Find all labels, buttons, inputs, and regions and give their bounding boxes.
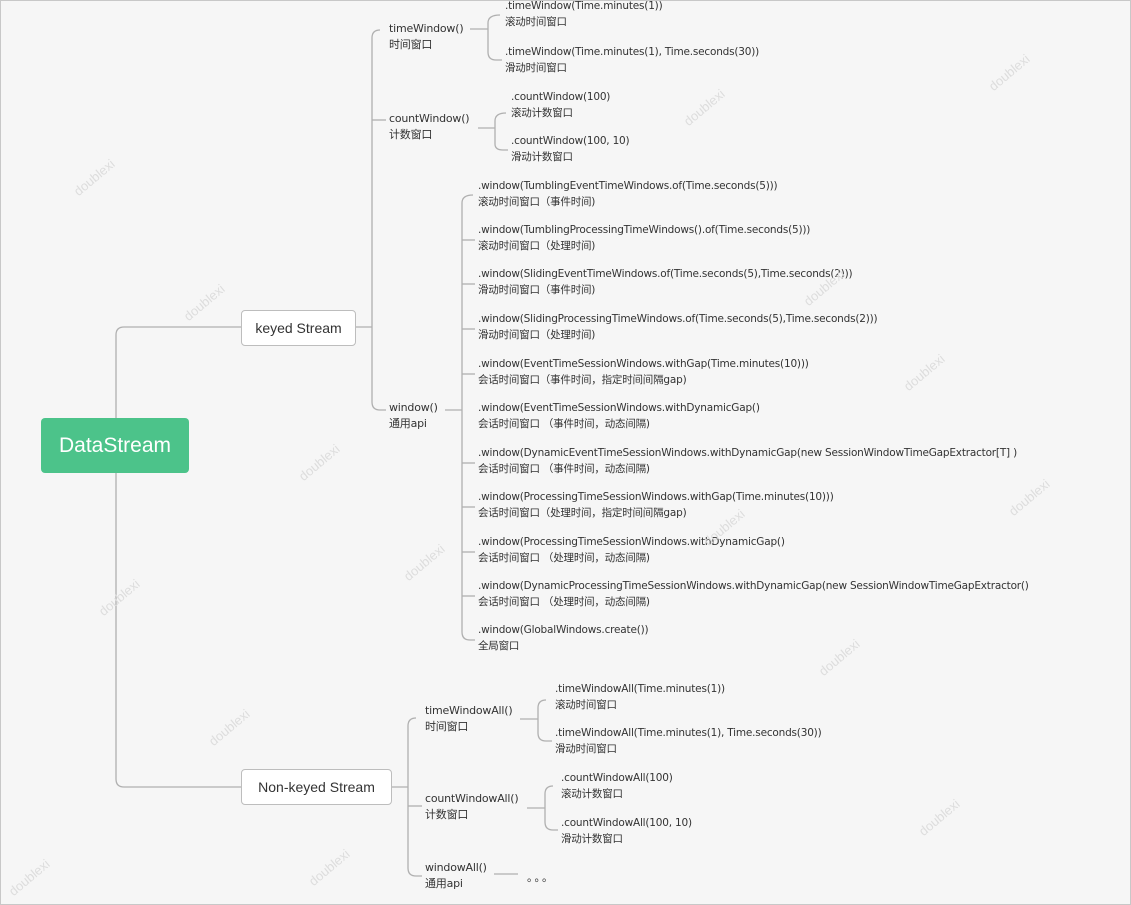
node-code: .window(EventTimeSessionWindows.withDyna…	[478, 402, 760, 414]
node-code: .window(GlobalWindows.create())	[478, 624, 649, 636]
node-desc: 会话时间窗口（事件时间，指定时间间隔gap)	[478, 374, 687, 386]
node-code: .timeWindow(Time.minutes(1))	[505, 0, 663, 12]
node-desc: 滑动时间窗口	[555, 743, 617, 755]
node-count-window-all[interactable]: countWindowAll() 计数窗口	[425, 791, 519, 823]
node-code: .window(ProcessingTimeSessionWindows.wit…	[478, 491, 834, 503]
node-leaf[interactable]: .countWindow(100) 滚动计数窗口	[511, 89, 610, 121]
node-count-window[interactable]: countWindow() 计数窗口	[389, 111, 470, 143]
node-leaf[interactable]: .window(TumblingEventTimeWindows.of(Time…	[478, 178, 778, 210]
node-desc: 会话时间窗口（处理时间，指定时间间隔gap)	[478, 507, 687, 519]
node-non-keyed-stream[interactable]: Non-keyed Stream	[241, 769, 392, 805]
node-desc: 滚动计数窗口	[511, 107, 573, 119]
node-code: .countWindow(100, 10)	[511, 135, 630, 147]
node-code: .window(DynamicProcessingTimeSessionWind…	[478, 580, 1029, 592]
node-code: windowAll()	[425, 861, 487, 874]
node-code: .window(TumblingEventTimeWindows.of(Time…	[478, 180, 778, 192]
node-code: countWindowAll()	[425, 792, 519, 805]
node-leaf[interactable]: .countWindowAll(100) 滚动计数窗口	[561, 770, 673, 802]
node-desc: 时间窗口	[389, 38, 433, 51]
node-leaf[interactable]: .window(EventTimeSessionWindows.withGap(…	[478, 356, 809, 388]
node-code: .window(SlidingProcessingTimeWindows.of(…	[478, 313, 878, 325]
node-desc: 全局窗口	[478, 640, 520, 652]
node-window-all[interactable]: windowAll() 通用api	[425, 860, 487, 892]
node-code: .window(ProcessingTimeSessionWindows.wit…	[478, 536, 785, 548]
node-desc: 计数窗口	[389, 128, 433, 141]
node-leaf[interactable]: .window(EventTimeSessionWindows.withDyna…	[478, 400, 760, 432]
node-leaf[interactable]: .countWindow(100, 10) 滑动计数窗口	[511, 133, 630, 165]
node-leaf[interactable]: .timeWindowAll(Time.minutes(1), Time.sec…	[555, 725, 822, 757]
node-desc: 会话时间窗口 （处理时间，动态间隔)	[478, 596, 650, 608]
node-code: window()	[389, 401, 438, 414]
root-node-datastream[interactable]: DataStream	[41, 418, 189, 473]
node-desc: 滚动时间窗口（事件时间)	[478, 196, 596, 208]
node-code: .window(EventTimeSessionWindows.withGap(…	[478, 358, 809, 370]
node-code: .window(TumblingProcessingTimeWindows().…	[478, 224, 811, 236]
node-code: timeWindowAll()	[425, 704, 513, 717]
node-leaf[interactable]: .window(DynamicEventTimeSessionWindows.w…	[478, 445, 1017, 477]
node-desc: 通用api	[389, 417, 427, 430]
node-desc: 会话时间窗口 （事件时间，动态间隔)	[478, 463, 650, 475]
node-desc: 滑动计数窗口	[561, 833, 623, 845]
ellipsis-node[interactable]: 。。。	[527, 870, 555, 886]
node-window[interactable]: window() 通用api	[389, 400, 438, 432]
node-time-window[interactable]: timeWindow() 时间窗口	[389, 21, 464, 53]
node-desc: 会话时间窗口 （处理时间，动态间隔)	[478, 552, 650, 564]
node-code: .countWindowAll(100)	[561, 772, 673, 784]
node-desc: 滚动时间窗口（处理时间)	[478, 240, 596, 252]
node-desc: 滑动时间窗口	[505, 62, 567, 74]
node-desc: 滑动时间窗口（处理时间)	[478, 329, 596, 341]
node-leaf[interactable]: .timeWindow(Time.minutes(1)) 滚动时间窗口	[505, 0, 663, 30]
node-code: .countWindowAll(100, 10)	[561, 817, 692, 829]
node-leaf[interactable]: .window(SlidingEventTimeWindows.of(Time.…	[478, 266, 853, 298]
node-leaf[interactable]: .window(SlidingProcessingTimeWindows.of(…	[478, 311, 878, 343]
node-code: .countWindow(100)	[511, 91, 611, 103]
node-desc: 滑动时间窗口（事件时间)	[478, 284, 596, 296]
node-code: .timeWindowAll(Time.minutes(1), Time.sec…	[555, 727, 822, 739]
node-code: .window(SlidingEventTimeWindows.of(Time.…	[478, 268, 853, 280]
node-desc: 时间窗口	[425, 720, 469, 733]
node-leaf[interactable]: .window(TumblingProcessingTimeWindows().…	[478, 222, 810, 254]
node-code: timeWindow()	[389, 22, 464, 35]
node-leaf[interactable]: .window(DynamicProcessingTimeSessionWind…	[478, 578, 1029, 610]
node-leaf[interactable]: .timeWindow(Time.minutes(1), Time.second…	[505, 44, 759, 76]
node-desc: 滚动时间窗口	[555, 699, 617, 711]
node-time-window-all[interactable]: timeWindowAll() 时间窗口	[425, 703, 513, 735]
node-leaf[interactable]: .window(ProcessingTimeSessionWindows.wit…	[478, 534, 785, 566]
node-code: .timeWindow(Time.minutes(1), Time.second…	[505, 46, 760, 58]
node-leaf[interactable]: .timeWindowAll(Time.minutes(1)) 滚动时间窗口	[555, 681, 725, 713]
node-desc: 滑动计数窗口	[511, 151, 573, 163]
node-keyed-stream[interactable]: keyed Stream	[241, 310, 356, 346]
node-code: countWindow()	[389, 112, 470, 125]
node-leaf[interactable]: .countWindowAll(100, 10) 滑动计数窗口	[561, 815, 692, 847]
node-desc: 计数窗口	[425, 808, 469, 821]
node-code: .window(DynamicEventTimeSessionWindows.w…	[478, 447, 1017, 459]
node-desc: 会话时间窗口 （事件时间，动态间隔)	[478, 418, 650, 430]
node-desc: 滚动时间窗口	[505, 16, 567, 28]
node-code: .timeWindowAll(Time.minutes(1))	[555, 683, 725, 695]
node-desc: 滚动计数窗口	[561, 788, 623, 800]
node-leaf[interactable]: .window(GlobalWindows.create()) 全局窗口	[478, 622, 649, 654]
node-leaf[interactable]: .window(ProcessingTimeSessionWindows.wit…	[478, 489, 834, 521]
node-desc: 通用api	[425, 877, 463, 890]
